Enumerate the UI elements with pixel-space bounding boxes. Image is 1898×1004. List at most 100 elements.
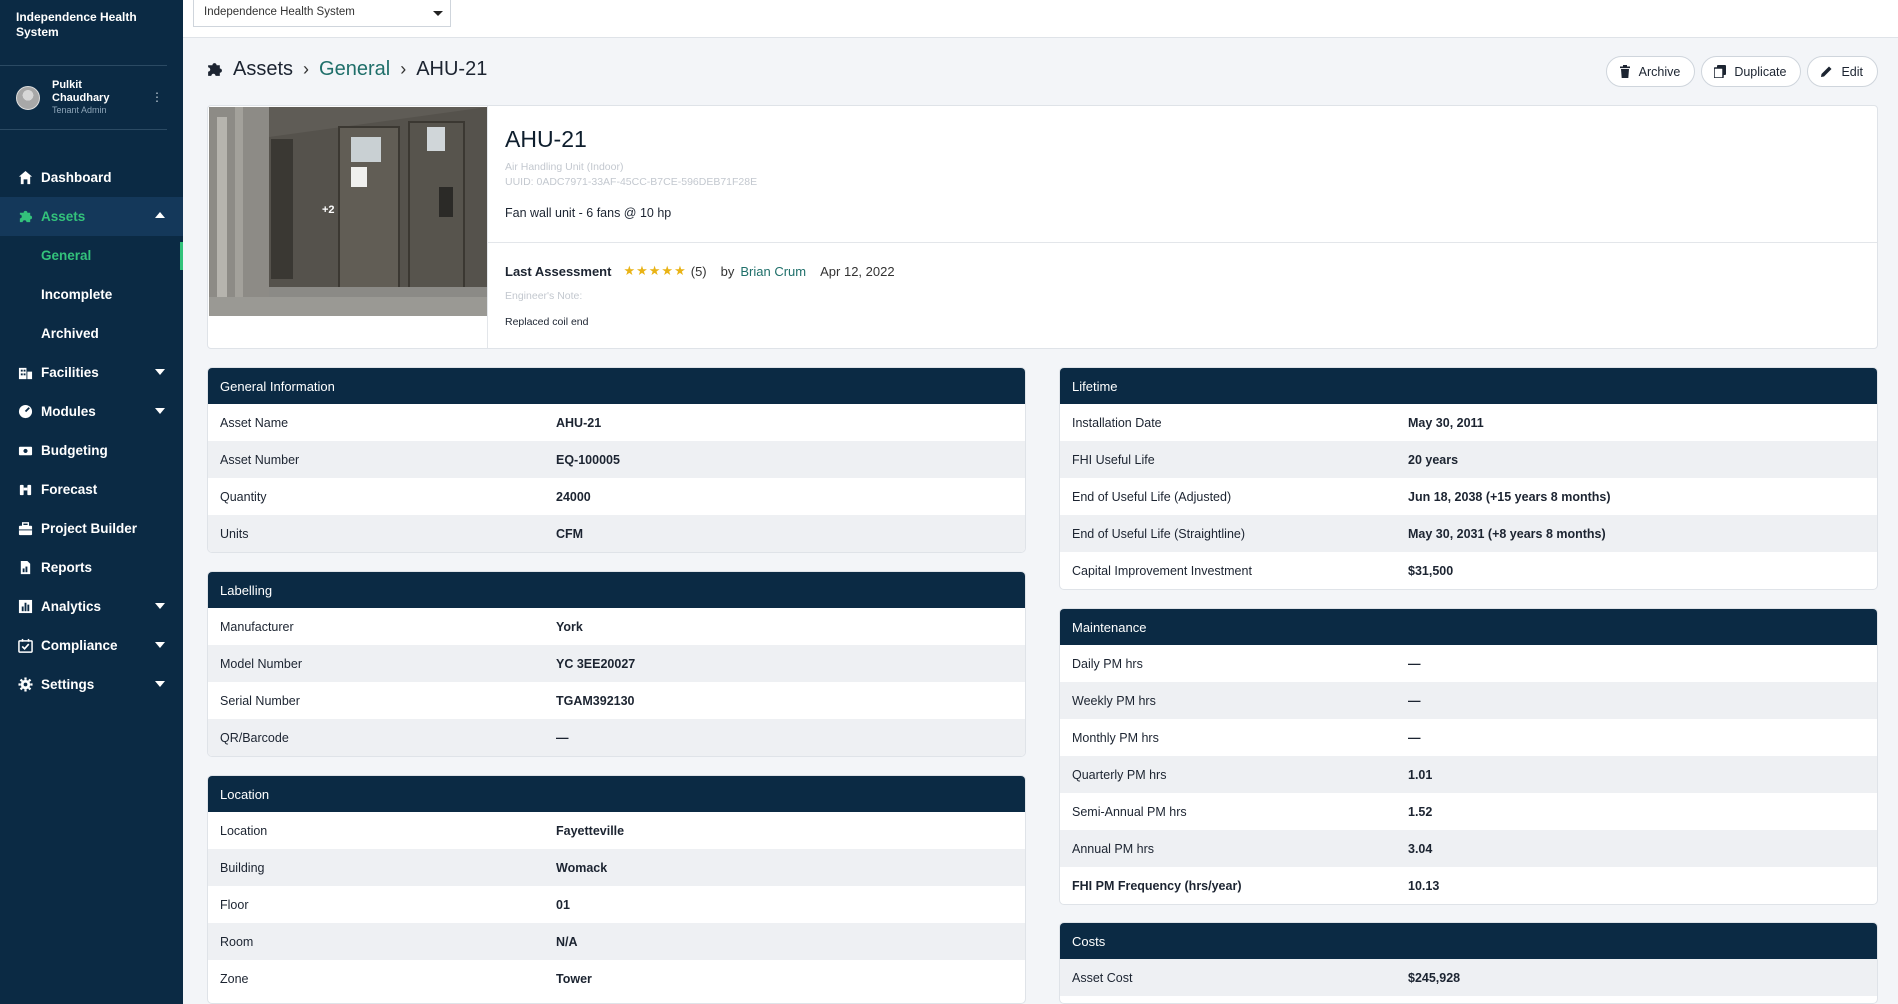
table-row: Monthly PM hrs — xyxy=(1060,719,1877,756)
labelling-card: Labelling Manufacturer York Model Number Y… xyxy=(207,571,1026,757)
breadcrumb-current: AHU-21 xyxy=(416,58,488,80)
archive-button[interactable]: Archive xyxy=(1605,56,1696,87)
chevron-down-icon xyxy=(155,369,165,375)
avatar[interactable] xyxy=(16,85,40,110)
field-value: 24000 xyxy=(556,489,591,504)
field-value: 20 years xyxy=(1408,452,1459,467)
chevron-down-icon xyxy=(155,681,165,687)
field-value: YC 3EE20027 xyxy=(556,656,636,671)
sidebar-item-assets[interactable]: Assets xyxy=(0,197,183,236)
field-label: FHI Useful Life xyxy=(1072,452,1155,467)
sidebar-item-modules[interactable]: Modules xyxy=(0,392,183,431)
puzzle-icon xyxy=(17,209,33,225)
sidebar-item-label: Modules xyxy=(41,404,96,419)
duplicate-button[interactable]: Duplicate xyxy=(1701,56,1802,87)
sidebar-subitem-incomplete[interactable]: Incomplete xyxy=(0,275,183,314)
table-row: Capital Improvement Investment $31,500 xyxy=(1060,552,1877,589)
card-title: Costs xyxy=(1060,923,1877,959)
engineer-note: Replaced coil end xyxy=(505,316,589,328)
card-title: General Information xyxy=(208,368,1025,404)
sidebar-item-budgeting[interactable]: Budgeting xyxy=(0,431,183,470)
sidebar-item-reports[interactable]: Reports xyxy=(0,548,183,587)
breadcrumb: Assets › General › AHU-21 xyxy=(206,58,487,81)
field-label: Model Number xyxy=(220,656,302,671)
sidebar-item-dashboard[interactable]: Dashboard xyxy=(0,158,183,197)
table-row: End of Useful Life (Adjusted) Jun 18, 203… xyxy=(1060,478,1877,515)
sidebar: Independence Health System Pulkit Chaudh… xyxy=(0,0,183,1004)
duplicate-label: Duplicate xyxy=(1734,64,1787,79)
sidebar-item-settings[interactable]: Settings xyxy=(0,665,183,704)
rating-count: (5) xyxy=(690,263,707,279)
field-label: Quarterly PM hrs xyxy=(1072,767,1167,782)
user-profile[interactable]: Pulkit Chaudhary Tenant Admin ⋮ xyxy=(0,66,167,130)
field-value: York xyxy=(556,619,583,634)
asset-photo[interactable]: +2 xyxy=(209,107,487,316)
sidebar-item-forecast[interactable]: Forecast xyxy=(0,470,183,509)
asset-uuid: UUID: 0ADC7971-33AF-45CC-B7CE-596DEB71F2… xyxy=(505,176,758,188)
field-value: Womack xyxy=(556,860,608,875)
edit-button[interactable]: Edit xyxy=(1807,56,1878,87)
sidebar-item-facilities[interactable]: Facilities xyxy=(0,353,183,392)
report-icon xyxy=(17,560,33,576)
assessor-link[interactable]: Brian Crum xyxy=(740,264,806,279)
sidebar-subitem-general[interactable]: General xyxy=(0,236,183,275)
table-row: QR/Barcode — xyxy=(208,719,1025,756)
breadcrumb-assets[interactable]: Assets xyxy=(233,58,293,81)
location-card: Location Location Fayetteville Building Wo… xyxy=(207,775,1026,1004)
sidebar-item-label: Facilities xyxy=(41,365,99,380)
kebab-menu-icon[interactable]: ⋮ xyxy=(151,90,163,104)
divider xyxy=(487,106,488,348)
field-value: 3.04 xyxy=(1408,841,1433,856)
archive-label: Archive xyxy=(1638,64,1681,79)
sidebar-subitem-archived[interactable]: Archived xyxy=(0,314,183,353)
building-icon xyxy=(17,365,33,381)
field-value: N/A xyxy=(556,934,578,949)
sidebar-item-project-builder[interactable]: Project Builder xyxy=(0,509,183,548)
field-value: — xyxy=(1408,693,1421,708)
field-value: CFM xyxy=(556,526,584,541)
money-icon xyxy=(17,443,33,459)
sidebar-item-compliance[interactable]: Compliance xyxy=(0,626,183,665)
table-row: Asset Number EQ-100005 xyxy=(208,441,1025,478)
field-label: Capital Improvement Investment xyxy=(1072,563,1252,578)
sidebar-item-label: Assets xyxy=(41,209,86,224)
field-value: Jun 18, 2038 (+15 years 8 months) xyxy=(1408,489,1611,504)
asset-actions: Archive Duplicate Edit xyxy=(1605,56,1878,87)
puzzle-icon xyxy=(206,61,223,78)
table-row: Units CFM xyxy=(208,515,1025,552)
system-select[interactable]: Independence Health System xyxy=(193,0,451,27)
field-label: Asset Number xyxy=(220,452,300,467)
sidebar-item-label: Compliance xyxy=(41,638,118,653)
field-value: — xyxy=(1408,656,1421,671)
card-title: Lifetime xyxy=(1060,368,1877,404)
card-title: Labelling xyxy=(208,572,1025,608)
chevron-right-icon: › xyxy=(303,59,310,79)
topbar: Independence Health System xyxy=(183,0,1898,38)
sidebar-item-analytics[interactable]: Analytics xyxy=(0,587,183,626)
table-row: Quantity 24000 xyxy=(208,478,1025,515)
sidebar-item-label: Budgeting xyxy=(41,443,108,458)
chevron-down-icon xyxy=(155,603,165,609)
table-row: Room N/A xyxy=(208,923,1025,960)
field-value: EQ-100005 xyxy=(556,452,620,467)
table-row: Weekly PM hrs — xyxy=(1060,682,1877,719)
field-label: Units xyxy=(220,526,249,541)
sidebar-item-label: Reports xyxy=(41,560,93,575)
breadcrumb-general[interactable]: General xyxy=(319,58,390,81)
sidebar-item-label: Dashboard xyxy=(41,170,112,185)
field-value: 01 xyxy=(556,897,570,912)
chevron-down-icon xyxy=(155,408,165,414)
field-label: Floor xyxy=(220,897,249,912)
assessment-by: by xyxy=(720,263,735,279)
field-label: QR/Barcode xyxy=(220,730,289,745)
field-value: May 30, 2011 xyxy=(1408,415,1484,430)
asset-summary-card: +2 AHU-21 Air Handling Unit (Indoor) UUI… xyxy=(207,105,1878,349)
calendar-check-icon xyxy=(17,638,33,654)
lifetime-card: Lifetime Installation Date May 30, 2011 F… xyxy=(1059,367,1878,590)
gauge-icon xyxy=(17,404,33,420)
field-value: $31,500 xyxy=(1408,563,1454,578)
field-value: AHU-21 xyxy=(556,415,602,430)
table-row: Zone Tower xyxy=(208,960,1025,997)
sidebar-item-label: Project Builder xyxy=(41,521,138,536)
divider xyxy=(488,242,1877,243)
